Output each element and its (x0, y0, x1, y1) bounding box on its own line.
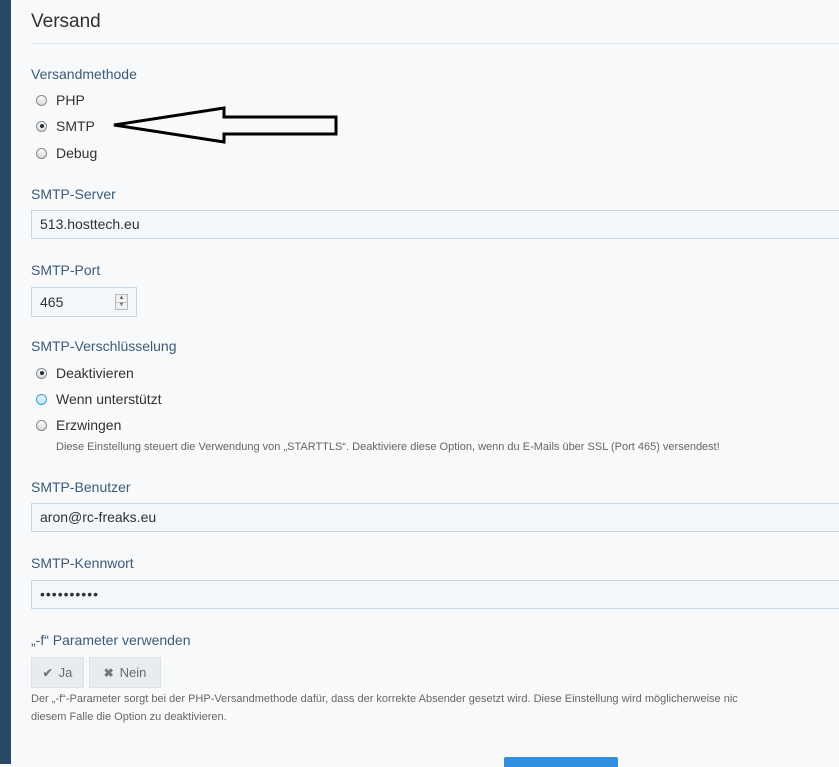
smtp-user-input[interactable]: aron@rc-freaks.eu (31, 503, 839, 532)
smtp-port-label: SMTP-Port (31, 262, 101, 278)
f-param-help-line2: diesem Falle die Option zu deaktivieren. (31, 711, 227, 723)
section-title: Versand (31, 11, 101, 32)
close-icon: ✖ (103, 665, 114, 680)
yes-label: Ja (58, 665, 73, 680)
radio-deaktivieren[interactable] (36, 367, 47, 379)
encryption-label: SMTP-Verschlüsselung (31, 338, 177, 354)
title-divider (31, 43, 839, 44)
spin-down-icon[interactable]: ▼ (116, 302, 127, 309)
radio-smtp[interactable] (36, 120, 47, 132)
annotation-arrow-icon (113, 106, 338, 144)
f-param-label: „-f“ Parameter verwenden (31, 632, 191, 648)
radio-php[interactable] (36, 94, 47, 106)
method-option-php[interactable]: PHP (36, 90, 85, 110)
method-option-smtp[interactable]: SMTP (36, 116, 95, 136)
method-label: Versandmethode (31, 66, 137, 82)
smtp-password-label: SMTP-Kennwort (31, 555, 134, 571)
radio-debug[interactable] (36, 147, 47, 159)
method-option-label: SMTP (56, 118, 95, 134)
encryption-option-label: Erzwingen (56, 417, 122, 433)
method-option-debug[interactable]: Debug (36, 143, 97, 163)
save-button[interactable] (504, 757, 618, 767)
smtp-password-input[interactable]: •••••••••• (31, 580, 839, 609)
no-label: Nein (119, 665, 147, 680)
encryption-option-disable[interactable]: Deaktivieren (36, 363, 134, 383)
encryption-help: Diese Einstellung steuert die Verwendung… (56, 441, 720, 453)
encryption-option-force[interactable]: Erzwingen (36, 415, 121, 435)
f-param-yes-button[interactable]: ✔ Ja (31, 657, 84, 688)
check-icon: ✔ (42, 665, 53, 680)
encryption-option-label: Deaktivieren (56, 365, 134, 381)
smtp-server-label: SMTP-Server (31, 186, 116, 202)
smtp-port-input[interactable]: 465 ▲ ▼ (31, 287, 137, 317)
method-option-label: Debug (56, 145, 98, 161)
port-spinner[interactable]: ▲ ▼ (115, 294, 128, 310)
encryption-option-label: Wenn unterstützt (56, 391, 162, 407)
radio-wenn-unterstuetzt[interactable] (36, 393, 47, 405)
smtp-server-input[interactable]: 513.hosttech.eu (31, 210, 839, 239)
smtp-user-label: SMTP-Benutzer (31, 479, 131, 495)
f-param-help-line1: Der „-f“-Parameter sorgt bei der PHP-Ver… (31, 693, 738, 705)
smtp-port-value: 465 (40, 294, 64, 310)
sidebar-edge (0, 0, 11, 764)
settings-panel: Versand Versandmethode PHP SMTP Debug SM… (11, 0, 839, 767)
f-param-no-button[interactable]: ✖ Nein (89, 657, 161, 688)
encryption-option-supported[interactable]: Wenn unterstützt (36, 389, 162, 409)
radio-erzwingen[interactable] (36, 419, 47, 431)
method-option-label: PHP (56, 92, 85, 108)
